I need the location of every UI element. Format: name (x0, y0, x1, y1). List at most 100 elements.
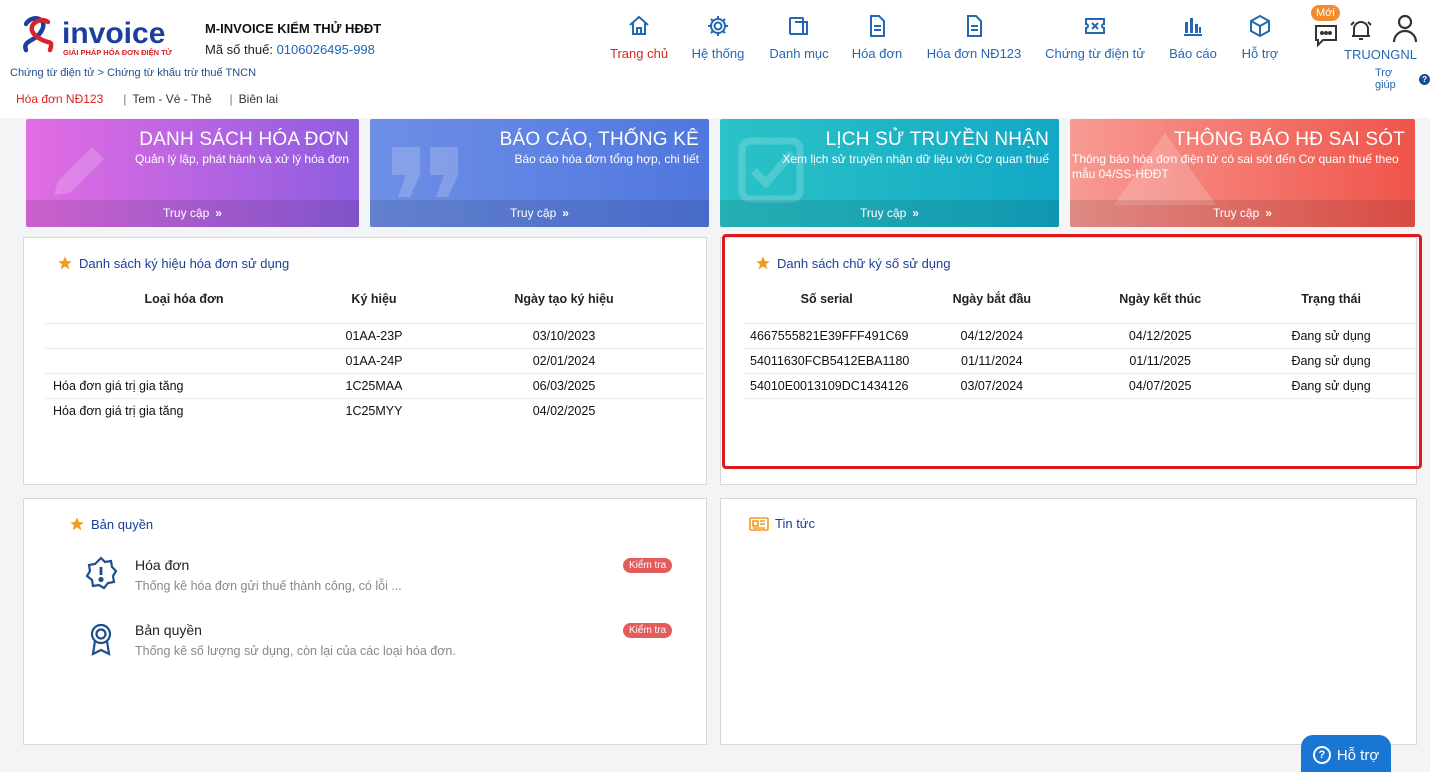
svg-text:invoice: invoice (62, 17, 165, 50)
license-item-name: Hóa đơn (135, 557, 190, 573)
tile-footer-label: Truy cập (163, 206, 210, 220)
document-icon (870, 15, 885, 37)
column-header: Ký hiệu (351, 292, 397, 307)
cell-symbol[interactable]: 1C25MYY (324, 397, 424, 423)
nav-item-reports[interactable]: Báo cáo (1168, 14, 1218, 61)
nav-item-invoice[interactable]: Hóa đơn (851, 14, 903, 61)
chat-bubble-icon[interactable] (1313, 22, 1339, 48)
tile-invoice-list[interactable]: DANH SÁCH HÓA ĐƠN Quản lý lập, phát hành… (26, 119, 359, 227)
nav-item-home[interactable]: Trang chủ (610, 14, 668, 61)
license-item-desc: Thống kê hóa đơn gửi thuế thành công, có… (135, 579, 402, 593)
table-row[interactable]: 01AA-24P 02/01/2024 (44, 347, 704, 373)
table-row[interactable]: Hóa đơn giá trị gia tăng 1C25MYY 04/02/2… (44, 397, 704, 423)
breadcrumb[interactable]: Chứng từ điện tử > Chứng từ khấu trừ thu… (10, 67, 256, 79)
nav-label: Hóa đơn NĐ123 (926, 46, 1022, 61)
tile-footer-label: Truy cập (860, 206, 907, 220)
nav-item-e-voucher[interactable]: Chứng từ điện tử (1045, 14, 1145, 61)
check-badge[interactable]: Kiểm tra (623, 558, 673, 573)
company-info: M-INVOICE KIỂM THỬ HĐĐT Mã số thuế: 0106… (205, 21, 381, 57)
tile-error-notice[interactable]: THÔNG BÁO HĐ SAI SÓT Thông báo hóa đơn đ… (1070, 119, 1415, 227)
license-panel: Bản quyền Hóa đơn Thống kê hóa đơn gửi t… (23, 498, 707, 745)
tile-title: LỊCH SỬ TRUYỀN NHẬN (825, 129, 1049, 150)
subnav-item-tem-ve-the[interactable]: Tem - Vé - Thẻ (132, 92, 211, 106)
license-item-invoice[interactable]: Hóa đơn Thống kê hóa đơn gửi thuế thành … (24, 549, 708, 599)
floating-support-button[interactable]: ? Hỗ trợ (1301, 735, 1391, 772)
checkbox-icon (738, 137, 804, 203)
nav-label: Hóa đơn (851, 46, 903, 61)
tile-footer-label: Truy cập (510, 206, 557, 220)
cell-symbol[interactable]: 01AA-24P (324, 347, 424, 373)
subnav-item-nd123[interactable]: Hóa đơn NĐ123 (16, 92, 103, 106)
double-chevron-right-icon: » (912, 206, 919, 220)
nav-item-catalog[interactable]: Danh mục (768, 14, 830, 61)
ticket-icon (1085, 18, 1105, 34)
panel-title: Bản quyền (91, 516, 154, 532)
tile-access-link[interactable]: Truy cập » (1070, 200, 1415, 227)
tile-access-link[interactable]: Truy cập » (370, 200, 709, 227)
cell-type: Hóa đơn giá trị gia tăng (44, 372, 324, 398)
highlight-frame (722, 234, 1422, 469)
column-header: Ngày tạo ký hiệu (514, 292, 614, 307)
help-link-label: Trợ giúp (1375, 67, 1396, 91)
company-name: M-INVOICE KIỂM THỬ HĐĐT (205, 21, 382, 36)
table-row[interactable]: Hóa đơn giá trị gia tăng 1C25MAA 06/03/2… (44, 372, 704, 398)
tax-label: Mã số thuế: (205, 42, 273, 57)
star-icon (70, 517, 84, 531)
table-header-row: Loại hóa đơn Ký hiệu Ngày tạo ký hiệu (44, 276, 704, 323)
check-badge[interactable]: Kiểm tra (623, 623, 673, 638)
nav-item-invoice-nd123[interactable]: Hóa đơn NĐ123 (926, 14, 1022, 61)
tile-title: BÁO CÁO, THỐNG KÊ (499, 129, 699, 150)
app-logo[interactable]: invoice GIẢI PHÁP HÓA ĐƠN ĐIỆN TỬ (18, 12, 183, 58)
subnav-separator: | (229, 92, 233, 106)
header: invoice GIẢI PHÁP HÓA ĐƠN ĐIỆN TỬ M-INVO… (0, 0, 1430, 118)
bar-chart-icon (1184, 18, 1202, 36)
cell-symbol[interactable]: 01AA-23P (324, 322, 424, 348)
nav-item-system[interactable]: Hệ thống (690, 14, 746, 61)
cell-type (44, 347, 324, 373)
newspaper-icon (749, 516, 769, 531)
question-circle-icon: ? (1312, 746, 1331, 764)
license-item-name: Bản quyền (135, 622, 202, 638)
tile-subtitle: Xem lịch sử truyền nhận dữ liệu với Cơ q… (782, 152, 1049, 166)
symbols-table: Loại hóa đơn Ký hiệu Ngày tạo ký hiệu 01… (44, 276, 704, 423)
gear-icon (708, 16, 728, 36)
nav-item-support[interactable]: Hỗ trợ (1240, 14, 1280, 61)
cell-date: 04/02/2025 (424, 397, 704, 423)
tile-access-link[interactable]: Truy cập » (720, 200, 1059, 227)
panel-title: Danh sách ký hiệu hóa đơn sử dụng (79, 255, 290, 271)
username[interactable]: TRUONGNL (1344, 47, 1417, 62)
table-row[interactable]: 01AA-23P 03/10/2023 (44, 322, 704, 348)
floating-support-label: Hỗ trợ (1336, 746, 1380, 764)
cell-symbol[interactable]: 1C25MAA (324, 372, 424, 398)
tile-reports[interactable]: BÁO CÁO, THỐNG KÊ Báo cáo hóa đơn tổng h… (370, 119, 709, 227)
double-chevron-right-icon: » (1265, 206, 1272, 220)
subnav-separator: | (123, 92, 127, 106)
user-avatar-icon[interactable] (1391, 13, 1419, 43)
tile-title: THÔNG BÁO HĐ SAI SÓT (1174, 129, 1405, 150)
alert-badge-icon (85, 556, 118, 590)
license-item-license[interactable]: Bản quyền Thống kê số lượng sử dụng, còn… (24, 614, 708, 664)
cube-icon (1250, 14, 1270, 38)
cell-date: 06/03/2025 (424, 372, 704, 398)
subnav-item-bien-lai[interactable]: Biên lai (239, 92, 278, 106)
cell-date: 03/10/2023 (424, 322, 704, 348)
tile-title: DANH SÁCH HÓA ĐƠN (139, 129, 349, 150)
license-item-desc: Thống kê số lượng sử dụng, còn lại của c… (135, 644, 456, 658)
tile-subtitle: Báo cáo hóa đơn tổng hợp, chi tiết (514, 152, 699, 166)
panel-title: Tin tức (775, 516, 816, 531)
tax-code: 0106026495-998 (276, 42, 375, 57)
new-badge: Mới (1311, 5, 1340, 21)
panel-header: Danh sách ký hiệu hóa đơn sử dụng (57, 255, 289, 271)
tile-transmission-history[interactable]: LỊCH SỬ TRUYỀN NHẬN Xem lịch sử truyền n… (720, 119, 1059, 227)
cell-type: Hóa đơn giá trị gia tăng (44, 397, 324, 423)
cell-date: 02/01/2024 (424, 347, 704, 373)
tile-footer-label: Truy cập (1213, 206, 1260, 220)
panel-header: Bản quyền (69, 516, 153, 532)
sub-navigation: Hóa đơn NĐ123 | Tem - Vé - Thẻ | Biên la… (16, 92, 296, 106)
panel-header: Tin tức (749, 516, 815, 531)
tile-access-link[interactable]: Truy cập » (26, 200, 359, 227)
award-icon (90, 623, 112, 656)
bell-icon[interactable] (1348, 17, 1374, 43)
help-link[interactable]: Trợ giúp? (1375, 67, 1430, 91)
catalog-icon (789, 17, 808, 35)
